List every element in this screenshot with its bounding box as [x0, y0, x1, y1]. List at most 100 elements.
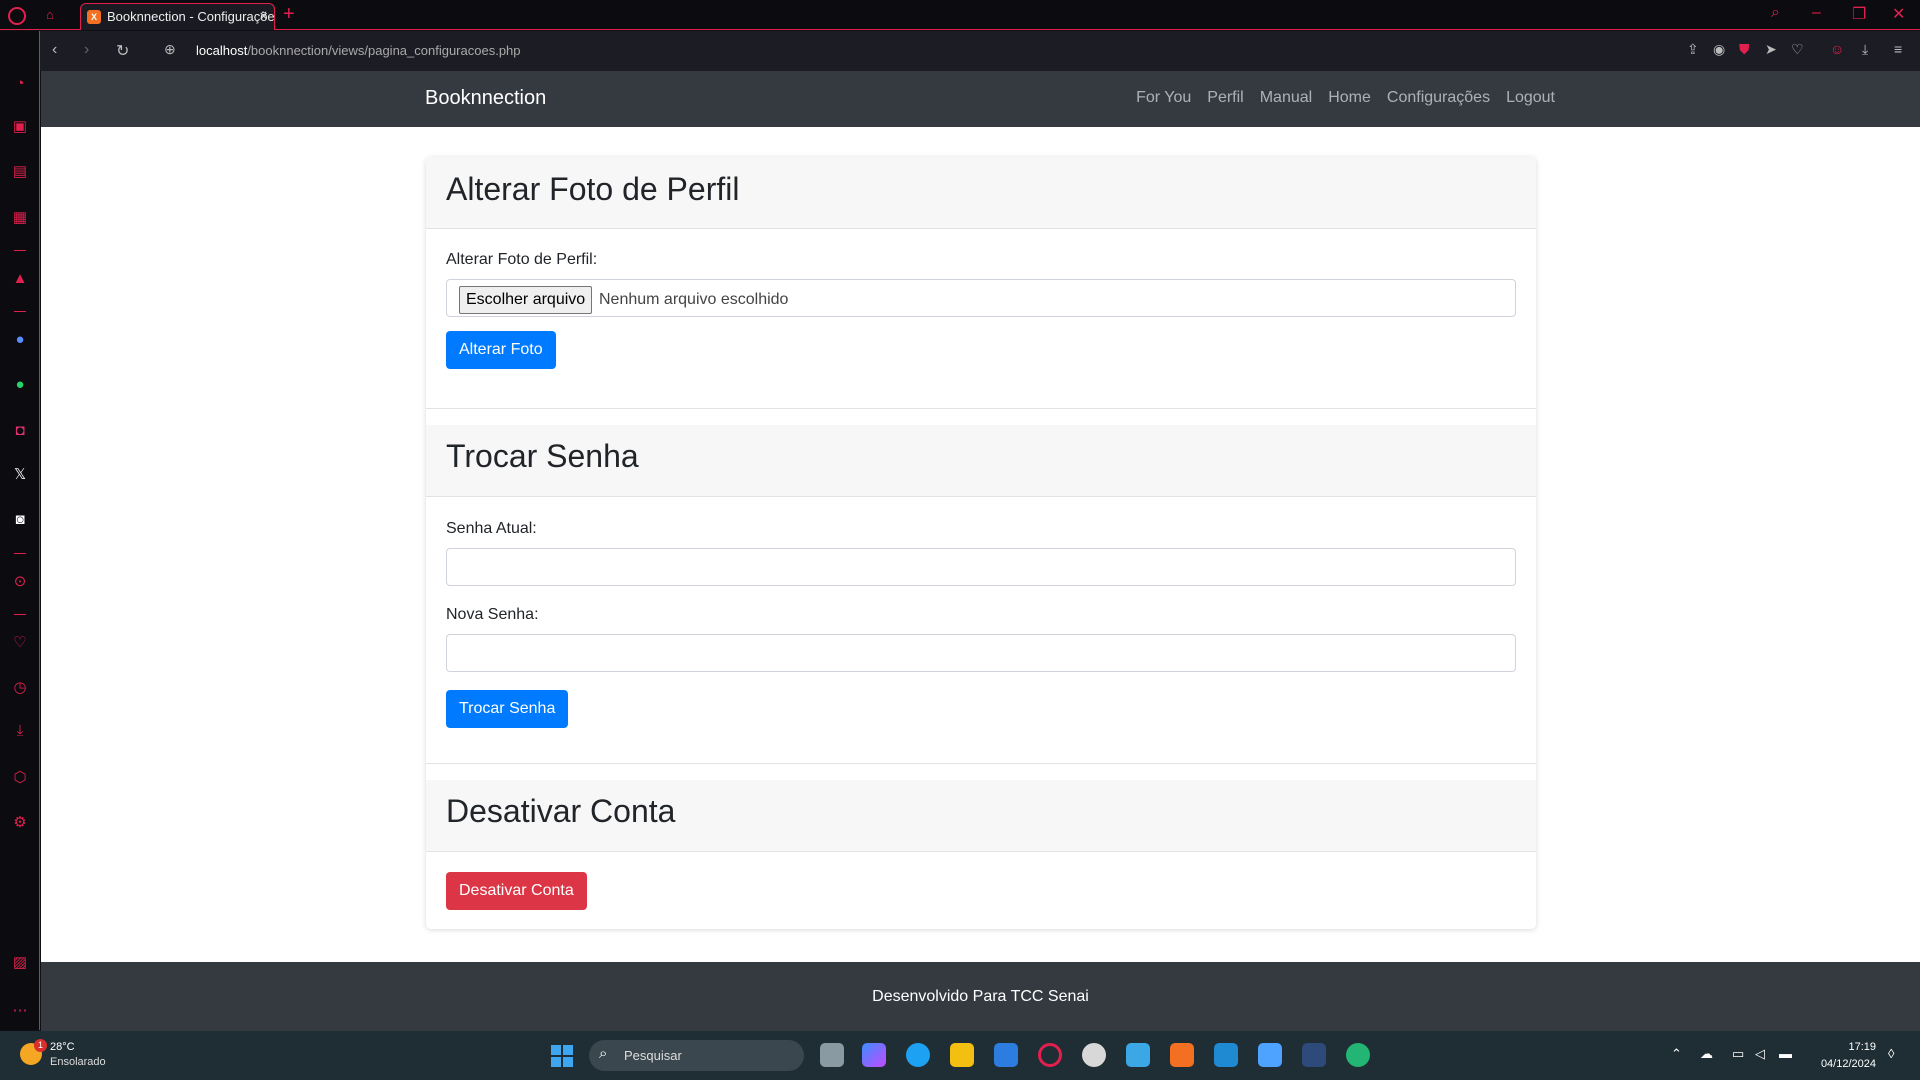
notifications-icon[interactable]: ◊ [1888, 1046, 1894, 1061]
instagram-icon[interactable]: ◘ [10, 421, 30, 441]
outlook-icon[interactable] [1126, 1043, 1150, 1067]
photo-file-input[interactable]: Escolher arquivo Nenhum arquivo escolhid… [446, 279, 1516, 317]
back-icon[interactable]: ‹ [52, 41, 57, 59]
change-photo-button[interactable]: Alterar Foto [446, 331, 556, 369]
downloads-icon[interactable]: ⤓ [10, 721, 30, 741]
taskbar-search-box[interactable]: ⌕ Pesquisar [589, 1040, 804, 1071]
notepad-icon[interactable] [1258, 1043, 1282, 1067]
profile-icon[interactable]: ☺ [1830, 41, 1844, 57]
task-view-icon[interactable] [820, 1043, 844, 1067]
search-tabs-icon[interactable]: ⌕ [1771, 4, 1780, 22]
taskbar-search-placeholder: Pesquisar [624, 1048, 682, 1063]
player-icon[interactable]: ⊙ [10, 572, 30, 592]
shopping-bag-icon[interactable]: ▣ [10, 117, 30, 137]
battery-icon[interactable]: ▬ [1779, 1046, 1792, 1061]
nav-link-perfil[interactable]: Perfil [1207, 89, 1243, 107]
clock-time[interactable]: 17:19 [1848, 1041, 1876, 1053]
settings-gear-icon[interactable]: ⚙ [10, 813, 30, 833]
discord-icon[interactable]: ◙ [10, 510, 30, 530]
site-info-icon[interactable]: ⊕ [164, 41, 176, 58]
edge-icon[interactable] [906, 1043, 930, 1067]
current-password-label: Senha Atual: [446, 520, 537, 537]
search-icon: ⌕ [599, 1045, 608, 1062]
nav-link-logout[interactable]: Logout [1506, 89, 1555, 107]
heart-icon[interactable]: ♡ [1791, 41, 1804, 58]
nav-links: For You Perfil Manual Home Configurações… [1136, 89, 1555, 107]
url-host: localhost [196, 43, 248, 58]
share-icon[interactable]: ⇪ [1687, 41, 1699, 58]
twitch-icon[interactable]: ▤ [10, 162, 30, 182]
minimize-icon[interactable]: – [1812, 4, 1821, 22]
tray-overflow-icon[interactable]: ⌃ [1671, 1046, 1682, 1062]
download-icon[interactable]: ⤓ [1862, 41, 1868, 58]
footer-text: Desenvolvido Para TCC Senai [872, 988, 1089, 1005]
new-tab-icon[interactable]: + [283, 3, 295, 26]
new-password-input[interactable] [446, 634, 1516, 672]
opera-logo-icon[interactable] [8, 7, 26, 25]
site-footer: Desenvolvido Para TCC Senai [41, 962, 1920, 1031]
settings-card: Alterar Foto de Perfil Alterar Foto de P… [426, 157, 1536, 929]
close-window-icon[interactable]: ✕ [1892, 4, 1905, 24]
change-password-button[interactable]: Trocar Senha [446, 690, 569, 728]
reload-icon[interactable]: ↻ [116, 41, 129, 61]
current-password-input[interactable] [446, 548, 1516, 586]
adblock-shield-icon[interactable]: ⛊ [1739, 41, 1750, 58]
gallery-icon[interactable]: ▨ [10, 953, 30, 973]
whatsapp-icon[interactable]: ● [10, 375, 30, 395]
address-bar: ‹ › ↻ ⊕ localhost/booknnection/views/pag… [40, 31, 1920, 71]
nav-link-for-you[interactable]: For You [1136, 89, 1191, 107]
cube-icon[interactable]: ▦ [10, 208, 30, 228]
history-icon[interactable]: ◷ [10, 678, 30, 698]
speed-dial-icon[interactable]: ◔ [10, 74, 30, 94]
weather-temperature[interactable]: 28°C [50, 1041, 75, 1053]
more-icon[interactable]: ⋯ [10, 1001, 30, 1021]
password-section-title: Trocar Senha [446, 438, 639, 474]
file-explorer-icon[interactable] [950, 1043, 974, 1067]
gamepad-icon[interactable]: ⌂ [46, 7, 68, 23]
deactivate-section-title: Desativar Conta [446, 793, 676, 829]
nav-link-manual[interactable]: Manual [1260, 89, 1312, 107]
forward-icon[interactable]: › [84, 41, 89, 59]
restore-icon[interactable]: ❐ [1852, 4, 1866, 24]
xampp-icon[interactable] [1170, 1043, 1194, 1067]
vscode-icon[interactable] [1214, 1043, 1238, 1067]
opera-taskbar-icon[interactable] [1038, 1043, 1062, 1067]
windows-start-icon[interactable] [551, 1045, 573, 1067]
send-icon[interactable]: ➤ [1765, 41, 1777, 58]
web-page: Booknnection For You Perfil Manual Home … [41, 71, 1920, 1031]
weather-description[interactable]: Ensolarado [50, 1056, 106, 1068]
deactivate-account-button[interactable]: Desativar Conta [446, 872, 587, 910]
site-brand[interactable]: Booknnection [425, 87, 546, 110]
browser-tab[interactable]: X Booknnection - Configurações × [80, 3, 275, 30]
messenger-icon[interactable]: ● [10, 330, 30, 350]
browser-tab-bar: ⌂ X Booknnection - Configurações × + ⌕ –… [0, 0, 1920, 30]
copilot-icon[interactable] [862, 1043, 886, 1067]
weather-badge: 1 [34, 1039, 47, 1052]
file-status: Nenhum arquivo escolhido [599, 291, 789, 308]
network-icon[interactable]: ▭ [1732, 1046, 1744, 1062]
extensions-icon[interactable]: ⬡ [10, 768, 30, 788]
close-tab-icon[interactable]: × [259, 4, 268, 29]
volume-icon[interactable]: ◁ [1755, 1046, 1765, 1062]
photo-section-title: Alterar Foto de Perfil [446, 171, 740, 207]
nav-link-home[interactable]: Home [1328, 89, 1371, 107]
favorites-icon[interactable]: ♡ [10, 633, 30, 653]
nav-link-configuracoes[interactable]: Configurações [1387, 89, 1490, 107]
x-twitter-icon[interactable]: 𝕏 [10, 465, 30, 485]
url-path: /booknnection/views/pagina_configuracoes… [247, 43, 521, 58]
menu-icon[interactable]: ≡ [1894, 41, 1902, 57]
edge-dev-icon[interactable] [1346, 1043, 1370, 1067]
camera-icon[interactable]: ◉ [1713, 41, 1725, 58]
new-password-label: Nova Senha: [446, 606, 539, 623]
choose-file-button[interactable]: Escolher arquivo [459, 286, 593, 314]
url-field[interactable]: localhost/booknnection/views/pagina_conf… [196, 43, 521, 58]
photo-label: Alterar Foto de Perfil: [446, 251, 598, 268]
photo-section-header: Alterar Foto de Perfil [426, 157, 1536, 229]
clock-date[interactable]: 04/12/2024 [1821, 1058, 1876, 1070]
store-icon[interactable] [994, 1043, 1018, 1067]
chatgpt-icon[interactable] [1082, 1043, 1106, 1067]
site-navbar: Booknnection For You Perfil Manual Home … [41, 71, 1920, 127]
visual-studio-icon[interactable] [1302, 1043, 1326, 1067]
onedrive-icon[interactable]: ☁ [1700, 1046, 1713, 1062]
aria-ai-icon[interactable]: ▲ [10, 269, 30, 289]
